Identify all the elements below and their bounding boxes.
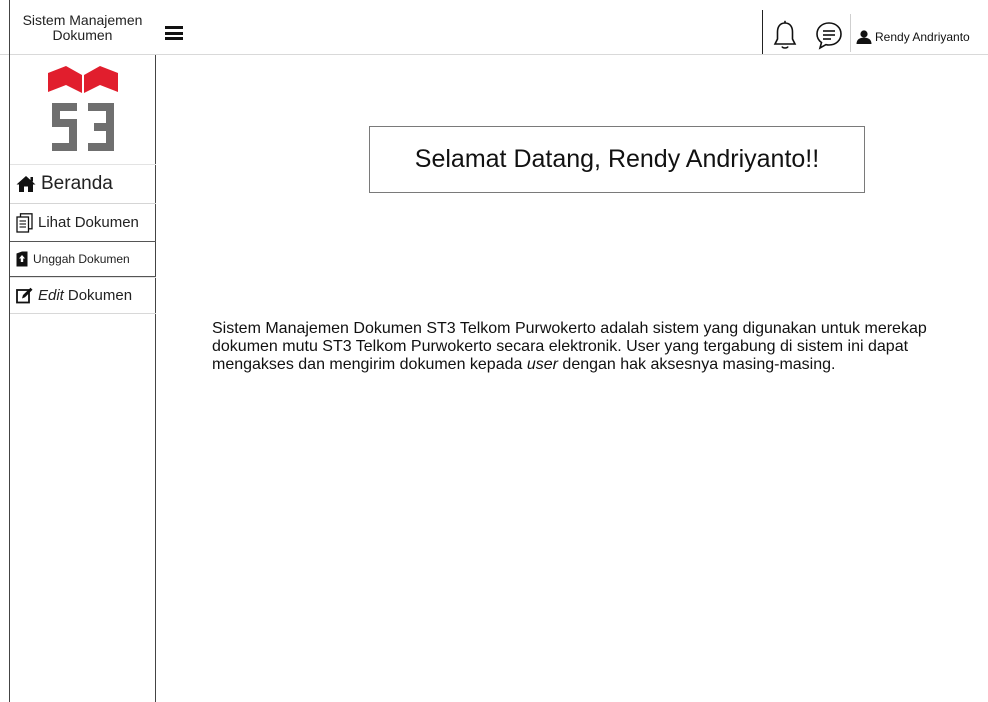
welcome-banner: Selamat Datang, Rendy Andriyanto!!: [369, 126, 865, 193]
hamburger-icon[interactable]: [165, 26, 183, 40]
sidebar-item-beranda[interactable]: Beranda: [10, 164, 156, 203]
divider: [762, 10, 763, 54]
sidebar-item-unggah-dokumen[interactable]: Unggah Dokumen: [10, 241, 156, 277]
user-menu[interactable]: Rendy Andriyanto: [856, 27, 970, 47]
app-title: Sistem Manajemen Dokumen: [10, 13, 155, 43]
description-emphasis: user: [526, 356, 558, 373]
user-name: Rendy Andriyanto: [875, 30, 970, 44]
divider: [850, 14, 851, 52]
sidebar: Beranda Lihat Dokumen Unggah Dokumen Edi…: [9, 55, 156, 702]
bell-icon[interactable]: [772, 20, 798, 50]
sidebar-menu: Beranda Lihat Dokumen Unggah Dokumen Edi…: [10, 164, 156, 314]
home-icon: [16, 175, 36, 193]
sidebar-item-label-em: Edit: [38, 287, 64, 304]
sidebar-item-lihat-dokumen[interactable]: Lihat Dokumen: [10, 203, 156, 241]
sidebar-item-label: Beranda: [41, 173, 113, 194]
sidebar-item-label: Lihat Dokumen: [38, 214, 139, 231]
app-title-line2: Dokumen: [52, 27, 113, 43]
description-text-end: dengan hak aksesnya masing-masing.: [557, 356, 836, 373]
sidebar-item-label: Dokumen: [67, 287, 133, 304]
edit-icon: [16, 287, 33, 304]
system-description: Sistem Manajemen Dokumen ST3 Telkom Purw…: [212, 320, 942, 374]
upload-file-icon: [16, 251, 28, 267]
top-bar: Sistem Manajemen Dokumen Rendy Andriyant…: [0, 0, 988, 55]
st3-logo: [48, 66, 118, 151]
sidebar-item-edit-dokumen[interactable]: Edit Dokumen: [10, 277, 156, 314]
chat-bubble-icon[interactable]: [814, 20, 844, 50]
app-title-line1: Sistem Manajemen: [22, 12, 143, 28]
documents-icon: [16, 212, 33, 233]
sidebar-item-label: Unggah Dokumen: [33, 252, 130, 266]
user-icon: [856, 30, 872, 44]
